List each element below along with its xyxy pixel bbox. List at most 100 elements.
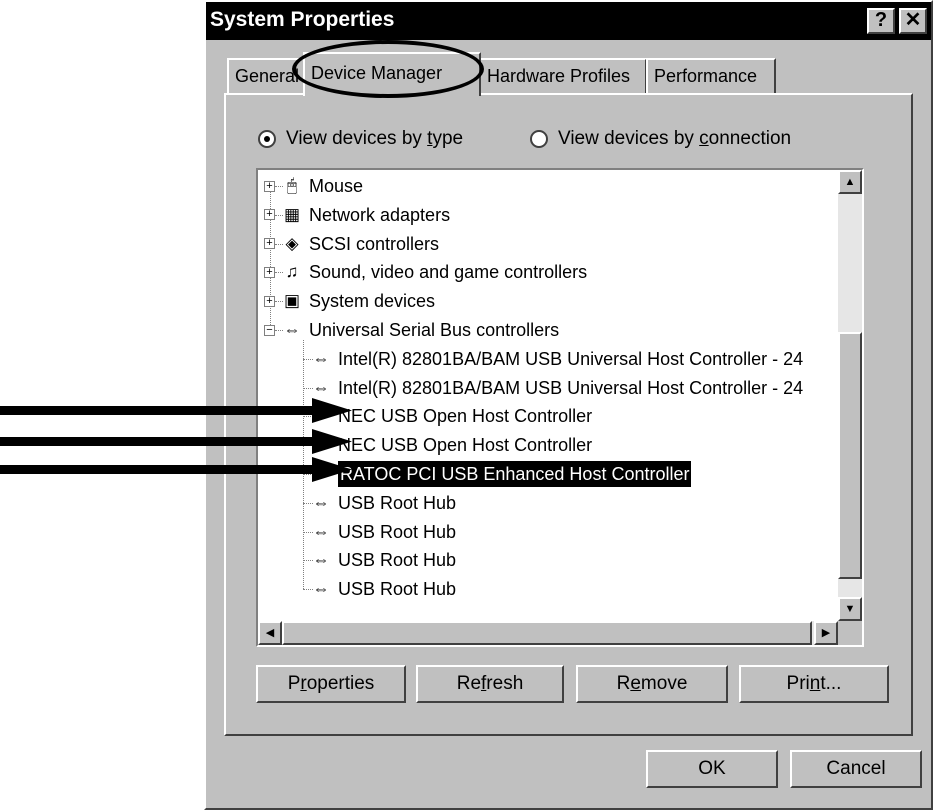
tree-item-label: USB Root Hub xyxy=(338,492,457,513)
scroll-corner xyxy=(838,621,862,645)
tree-item-label: NEC USB Open Host Controller xyxy=(338,406,593,427)
mouse-icon: 🖱 xyxy=(286,176,298,195)
vertical-scrollbar[interactable]: ▲ ▼ xyxy=(838,170,862,621)
horizontal-scrollbar[interactable]: ◀ ▶ xyxy=(258,621,838,645)
accelerator-key: c xyxy=(699,128,709,149)
cancel-button[interactable]: Cancel xyxy=(790,750,922,788)
print-button[interactable]: Print... xyxy=(739,665,889,703)
scsi-icon: ◈ xyxy=(285,233,299,253)
tree-item-label: USB Root Hub xyxy=(338,521,457,542)
view-by-type-label: View devices by type xyxy=(286,128,463,150)
tree-item-label: Intel(R) 82801BA/BAM USB Universal Host … xyxy=(338,377,804,398)
close-button[interactable]: ✕ xyxy=(899,8,927,34)
tree-item[interactable]: ⇔ USB Root Hub xyxy=(303,519,457,545)
label-part: onnection xyxy=(708,128,792,149)
usb-icon: ⇔ xyxy=(312,521,330,541)
tree-item[interactable]: + ▣ System devices xyxy=(264,288,435,314)
tree-item-label: System devices xyxy=(309,291,436,312)
tree-item-label: Network adapters xyxy=(309,204,451,225)
expand-icon[interactable]: + xyxy=(264,238,275,250)
horizontal-scroll-thumb[interactable] xyxy=(282,621,812,645)
scroll-down-button[interactable]: ▼ xyxy=(838,597,862,621)
label-part: t... xyxy=(820,673,842,694)
ok-button[interactable]: OK xyxy=(646,750,778,788)
label-part: Pri xyxy=(786,673,810,694)
label-part: View devices by xyxy=(286,128,428,149)
view-by-type-option[interactable]: View devices by type xyxy=(258,128,463,150)
tree-item-label: NEC USB Open Host Controller xyxy=(338,435,593,456)
view-by-connection-option[interactable]: View devices by connection xyxy=(530,128,791,150)
tree-line xyxy=(303,502,313,504)
label-part: View devices by xyxy=(558,128,700,149)
tree-item-label: SCSI controllers xyxy=(309,233,440,254)
tree-line xyxy=(275,214,283,216)
expand-icon[interactable]: + xyxy=(264,180,275,192)
tree-item-label: USB Root Hub xyxy=(338,579,457,600)
usb-icon: ⇔ xyxy=(283,320,301,339)
expand-icon[interactable]: + xyxy=(264,266,275,278)
tree-line xyxy=(303,531,313,533)
tree-line xyxy=(275,186,283,187)
annotation-arrow xyxy=(0,457,352,482)
tree-item[interactable]: ⇔ Intel(R) 82801BA/BAM USB Universal Host… xyxy=(303,346,804,372)
scroll-left-button[interactable]: ◀ xyxy=(258,621,282,645)
tree-item[interactable]: + ♫ Sound, video and game controllers xyxy=(264,259,587,285)
radio-selected-icon xyxy=(258,130,276,148)
tree-item[interactable]: ⇔ USB Root Hub xyxy=(303,490,457,516)
tree-item[interactable]: ⇔ Intel(R) 82801BA/BAM USB Universal Host… xyxy=(303,375,804,401)
view-by-connection-label: View devices by connection xyxy=(558,128,791,150)
label-part: move xyxy=(640,673,688,694)
tree-item[interactable]: ⇔ USB Root Hub xyxy=(303,576,457,602)
tree-item[interactable]: ⇔ USB Root Hub xyxy=(303,547,457,573)
tab-performance[interactable]: Performance xyxy=(646,58,776,94)
tree-item[interactable]: + ▦ Network adapters xyxy=(264,202,450,228)
tree-item-label: RATOC PCI USB Enhanced Host Controller xyxy=(336,460,693,488)
computer-icon: ▣ xyxy=(283,291,301,311)
scroll-up-button[interactable]: ▲ xyxy=(838,170,862,194)
tree-item-label: USB Root Hub xyxy=(338,550,457,571)
label-part: Re xyxy=(456,673,482,694)
properties-button[interactable]: Properties xyxy=(256,665,406,703)
tree-item[interactable]: − ⇔ Universal Serial Bus controllers xyxy=(264,317,559,343)
label-part: ype xyxy=(432,128,464,149)
tree-item-label: Intel(R) 82801BA/BAM USB Universal Host … xyxy=(338,348,804,369)
tree-line xyxy=(275,272,283,274)
tree-item-label: Mouse xyxy=(309,176,364,196)
label-part: P xyxy=(287,673,301,694)
accelerator-key: n xyxy=(809,673,821,694)
annotation-arrow xyxy=(0,429,352,454)
usb-icon: ⇔ xyxy=(312,377,330,397)
usb-icon: ⇔ xyxy=(312,348,330,368)
accelerator-key: e xyxy=(630,673,641,694)
refresh-button[interactable]: Refresh xyxy=(416,665,564,703)
title-bar[interactable]: System Properties ? ✕ xyxy=(206,2,931,40)
label-part: R xyxy=(616,673,631,694)
tab-hardware-profiles[interactable]: Hardware Profiles xyxy=(479,58,647,94)
tree-item-label: Sound, video and game controllers xyxy=(309,262,588,283)
tree-line xyxy=(303,589,313,591)
remove-button[interactable]: Remove xyxy=(576,665,728,703)
help-button[interactable]: ? xyxy=(867,8,895,34)
network-icon: ▦ xyxy=(283,204,301,224)
tree-line xyxy=(275,330,283,331)
tree-item-selected[interactable]: ⇔RATOC PCI USB Enhanced Host Controller xyxy=(303,460,693,488)
vertical-scroll-thumb[interactable] xyxy=(838,332,862,579)
collapse-icon[interactable]: − xyxy=(264,324,275,336)
tree-line xyxy=(303,560,313,562)
tree-line xyxy=(275,301,283,303)
tree-item[interactable]: + ◈ SCSI controllers xyxy=(264,231,439,257)
usb-icon: ⇔ xyxy=(312,492,330,512)
radio-unselected-icon xyxy=(530,130,548,148)
tree-line xyxy=(303,387,313,389)
scroll-right-button[interactable]: ▶ xyxy=(814,621,838,645)
expand-icon[interactable]: + xyxy=(264,209,275,221)
label-part: operties xyxy=(306,673,375,694)
tree-item[interactable]: + 🖱 Mouse xyxy=(264,173,363,199)
tree-item-label: Universal Serial Bus controllers xyxy=(309,320,560,340)
label-part: resh xyxy=(486,673,524,694)
highlight-circle xyxy=(292,40,484,98)
expand-icon[interactable]: + xyxy=(264,295,275,307)
tree-line xyxy=(275,243,283,245)
annotation-arrow xyxy=(0,398,352,423)
window-title: System Properties xyxy=(210,8,395,31)
